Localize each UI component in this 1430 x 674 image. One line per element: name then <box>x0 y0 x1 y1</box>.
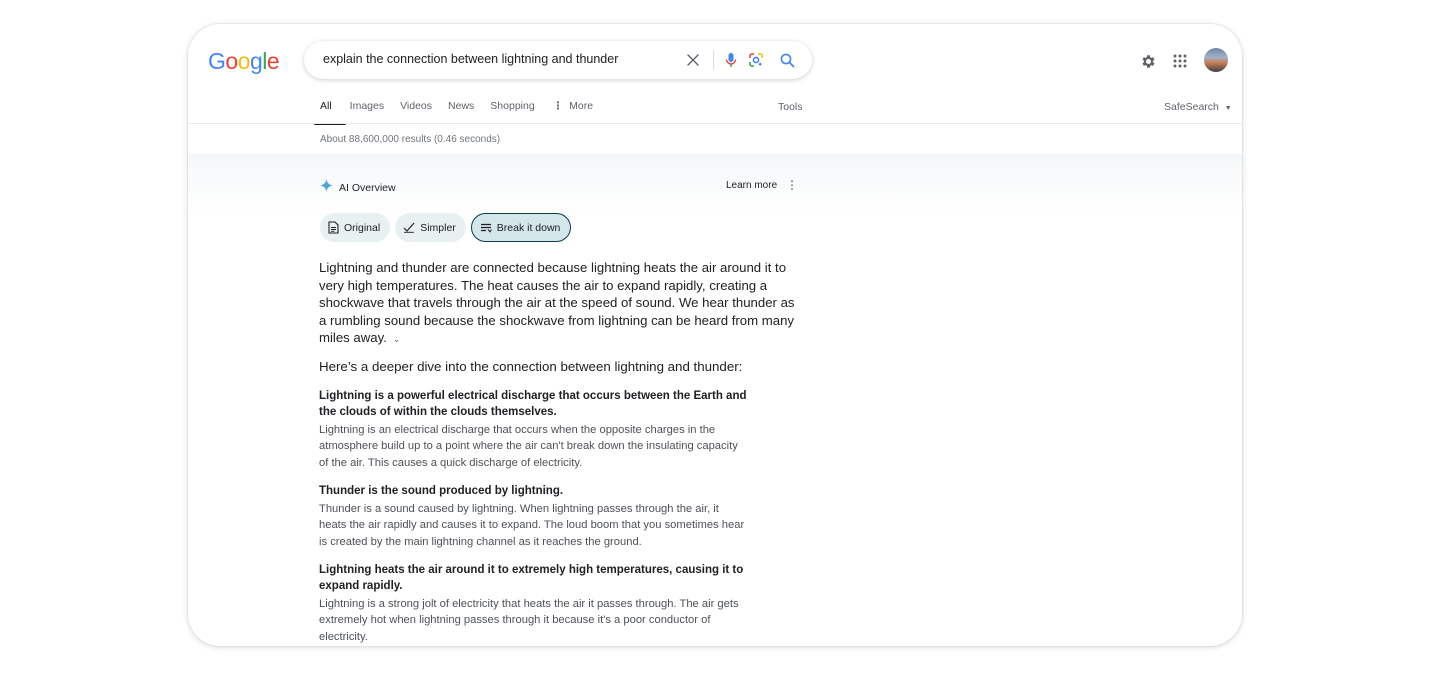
more-options-icon[interactable]: ⋮ <box>786 178 798 192</box>
google-lens-icon[interactable] <box>747 51 765 69</box>
safesearch-label: SafeSearch <box>1164 101 1219 113</box>
chevron-down-icon[interactable]: ⌄ <box>393 334 401 344</box>
logo-letter: e <box>266 48 280 74</box>
tab-images[interactable]: Images <box>350 100 384 124</box>
section-body: Lightning is an electrical discharge tha… <box>319 424 738 469</box>
tab-all[interactable]: All <box>314 100 345 125</box>
google-logo[interactable]: Google <box>208 48 280 75</box>
overview-section: Lightning heats the air around it to ext… <box>319 562 755 645</box>
chip-original[interactable]: Original <box>320 213 391 242</box>
chip-original-label: Original <box>344 221 381 234</box>
microphone-icon[interactable] <box>722 51 740 69</box>
tab-more[interactable]: ⋮ More <box>553 100 593 124</box>
ai-overview-title: AI Overview <box>339 182 396 194</box>
chevron-down-icon: ▼ <box>1224 105 1232 112</box>
avatar[interactable] <box>1204 48 1228 72</box>
safesearch-button[interactable]: SafeSearch ▼ <box>1164 101 1232 113</box>
tab-news[interactable]: News <box>448 100 474 124</box>
chip-break-it-down[interactable]: Break it down <box>470 213 572 242</box>
section-heading: Thunder is the sound produced by lightni… <box>319 485 564 497</box>
gear-icon[interactable] <box>1138 51 1158 71</box>
overview-section: Lightning is a powerful electrical disch… <box>319 388 755 471</box>
ai-summary-text: Lightning and thunder are connected beca… <box>319 260 795 346</box>
logo-letter: o <box>237 48 251 74</box>
search-tabs: All Images Videos News Shopping ⋮ More <box>314 100 609 125</box>
document-icon <box>328 221 339 234</box>
ai-summary: Lightning and thunder are connected beca… <box>319 259 805 349</box>
section-heading: Lightning heats the air around it to ext… <box>319 564 744 592</box>
apps-grid-icon[interactable] <box>1170 51 1190 71</box>
learn-more-link[interactable]: Learn more <box>726 180 777 191</box>
logo-letter: o <box>225 48 238 74</box>
tab-more-label: More <box>569 100 594 112</box>
search-box[interactable]: explain the connection between lightning… <box>304 41 812 79</box>
browser-window: Google explain the connection between li… <box>188 24 1242 646</box>
logo-letter: g <box>249 48 263 74</box>
search-input[interactable]: explain the connection between lightning… <box>323 52 618 66</box>
simplify-icon <box>403 222 415 233</box>
tab-videos[interactable]: Videos <box>400 100 432 124</box>
chip-simpler[interactable]: Simpler <box>395 213 466 242</box>
tab-shopping[interactable]: Shopping <box>490 100 534 124</box>
sparkle-icon <box>320 179 333 197</box>
tabs-divider <box>188 123 1242 124</box>
overview-section: Thunder is the sound produced by lightni… <box>319 483 755 550</box>
results-count: About 88,600,000 results (0.46 seconds) <box>320 134 501 145</box>
section-body: Lightning is a strong jolt of electricit… <box>319 598 739 643</box>
section-heading: Lightning is a powerful electrical disch… <box>319 390 747 418</box>
more-vert-icon: ⋮ <box>552 100 564 112</box>
chip-simpler-label: Simpler <box>420 221 456 234</box>
ai-overview-chips: Original Simpler Break it down <box>320 213 576 242</box>
list-icon <box>480 223 492 233</box>
ai-overview-header: AI Overview <box>320 179 396 197</box>
chip-break-it-down-label: Break it down <box>496 221 561 234</box>
tools-button[interactable]: Tools <box>778 101 803 113</box>
close-icon[interactable] <box>684 51 702 69</box>
logo-letter: G <box>208 48 226 74</box>
deep-dive-heading: Here’s a deeper dive into the connection… <box>319 359 743 374</box>
search-divider <box>713 50 714 70</box>
section-body: Thunder is a sound caused by lightning. … <box>319 503 745 548</box>
search-icon[interactable] <box>778 51 796 69</box>
